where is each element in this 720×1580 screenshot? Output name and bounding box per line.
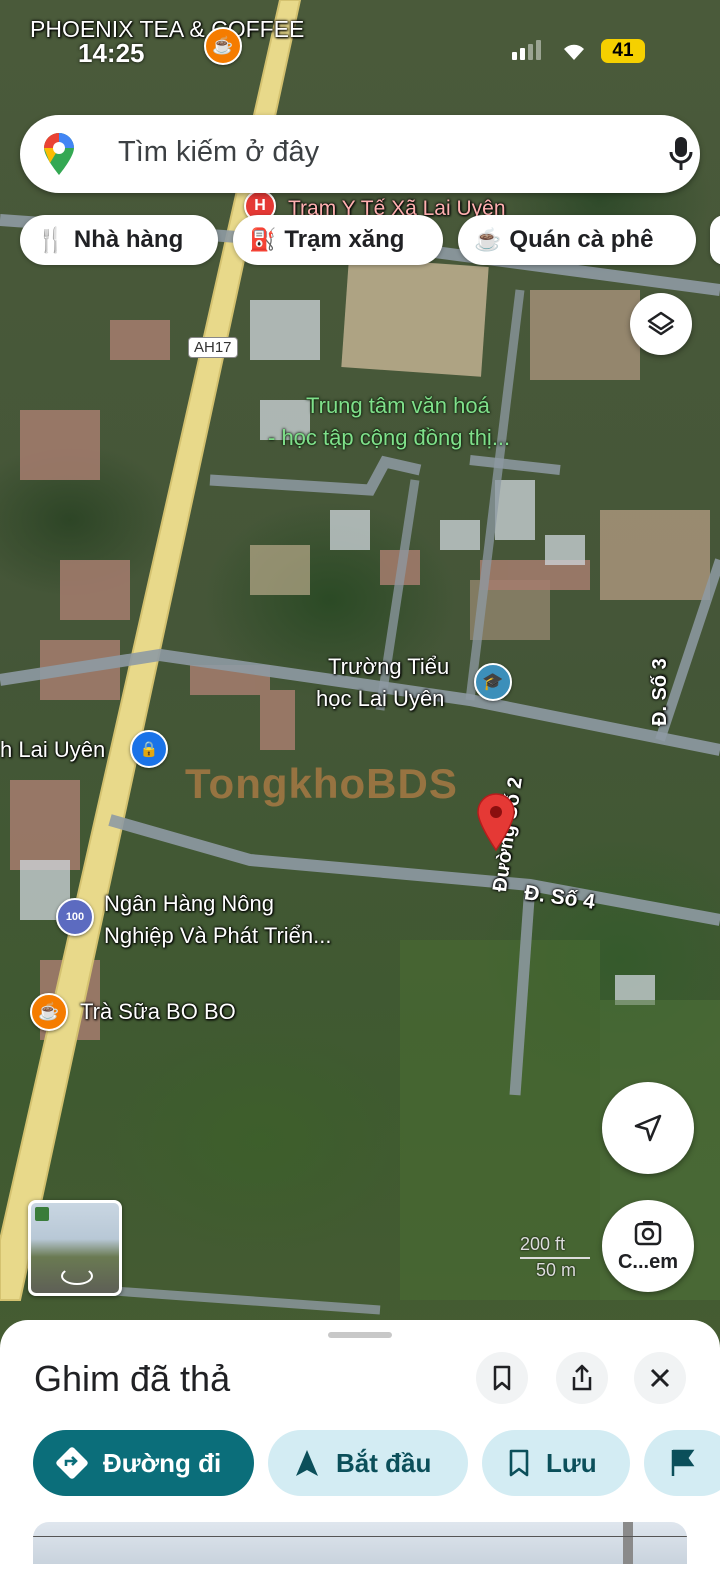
chip-more[interactable] [710,215,720,265]
flag-icon [671,1449,695,1476]
government-icon[interactable]: 🔒 [130,730,168,768]
scale-line [520,1257,590,1259]
chip-coffee-label: Quán cà phê [509,226,654,253]
share-icon [572,1364,592,1391]
close-button[interactable] [634,1352,686,1404]
start-button[interactable]: Bắt đầu [268,1430,468,1496]
search-input[interactable]: Tìm kiếm ở đây [118,136,319,169]
chip-gas-stations[interactable]: ⛽ Trạm xăng [233,215,443,265]
fork-knife-icon: 🍴 [36,226,66,254]
bank-label-1[interactable]: Ngân Hàng Nông [104,891,274,916]
start-label: Bắt đầu [336,1447,432,1478]
scale-bar: 200 ft 50 m [520,1232,600,1282]
chip-restaurants[interactable]: 🍴 Nhà hàng [20,215,218,265]
navigation-arrow-icon [634,1114,662,1142]
microphone-icon[interactable] [668,135,694,173]
utility-pole [623,1522,633,1564]
directions-label: Đường đi [103,1447,222,1478]
gas-pump-icon: ⛽ [249,227,277,252]
lai-uyen-label[interactable]: h Lai Uyên [0,737,105,762]
dropped-pin-icon[interactable] [474,790,518,852]
cafe-icon[interactable]: ☕ [30,993,68,1031]
sheet-title: Ghim đã thả [34,1358,231,1399]
lens-camera-icon [634,1220,662,1245]
bank-icon[interactable]: 100 [56,898,94,936]
battery-icon: 41 [601,39,645,63]
save-icon-button[interactable] [476,1352,528,1404]
chip-restaurants-label: Nhà hàng [73,226,184,253]
power-line [33,1536,687,1537]
directions-button[interactable]: Đường đi [33,1430,254,1496]
school-label-2[interactable]: học Lai Uyên [316,686,444,711]
wifi-icon [560,40,588,62]
coffee-cup-icon: ☕ [474,227,502,252]
maps-pin-logo-icon [44,133,74,175]
bookmark-icon [493,1365,511,1391]
close-icon [650,1368,670,1388]
camera-label: C...em [617,1250,679,1273]
scale-m: 50 m [536,1260,577,1280]
layers-button[interactable] [630,293,692,355]
share-button[interactable] [556,1352,608,1404]
place-photo-preview[interactable] [33,1522,687,1564]
culture-center-label-1[interactable]: Trung tâm văn hoá [306,393,490,418]
school-label-1[interactable]: Trường Tiểu [328,654,449,679]
street-view-badge-icon [35,1207,49,1221]
bank-label-2[interactable]: Nghiệp Và Phát Triển... [104,923,331,948]
my-location-button[interactable] [602,1082,694,1174]
status-bar: 14:25 41 [0,0,720,100]
school-icon[interactable]: 🎓 [474,663,512,701]
rotate-360-icon [61,1267,93,1285]
status-time: 14:25 [78,38,145,68]
signal-icon [512,40,541,60]
road-3-label: Đ. Số 3 [649,658,671,726]
search-bar[interactable]: Tìm kiếm ở đây [20,115,700,193]
directions-icon [56,1447,88,1479]
label-button[interactable] [644,1430,720,1496]
chip-coffee[interactable]: ☕ Quán cà phê [458,215,696,265]
sheet-drag-handle[interactable] [328,1332,392,1338]
layers-icon [647,311,675,336]
culture-center-label-2[interactable]: - học tập cộng đồng thị... [268,425,510,450]
save-button[interactable]: Lưu [482,1430,630,1496]
chip-gas-label: Trạm xăng [284,226,405,253]
highway-shield: AH17 [188,337,238,358]
navigation-start-icon [296,1450,318,1476]
milktea-label[interactable]: Trà Sữa BO BO [80,999,236,1024]
watermark-text: TongkhoBDS [185,760,458,807]
save-label: Lưu [546,1447,597,1478]
scale-ft: 200 ft [520,1234,566,1254]
bookmark-outline-icon [509,1449,529,1477]
camera-lens-button[interactable]: C...em [602,1200,694,1292]
street-view-thumbnail[interactable] [28,1200,122,1296]
